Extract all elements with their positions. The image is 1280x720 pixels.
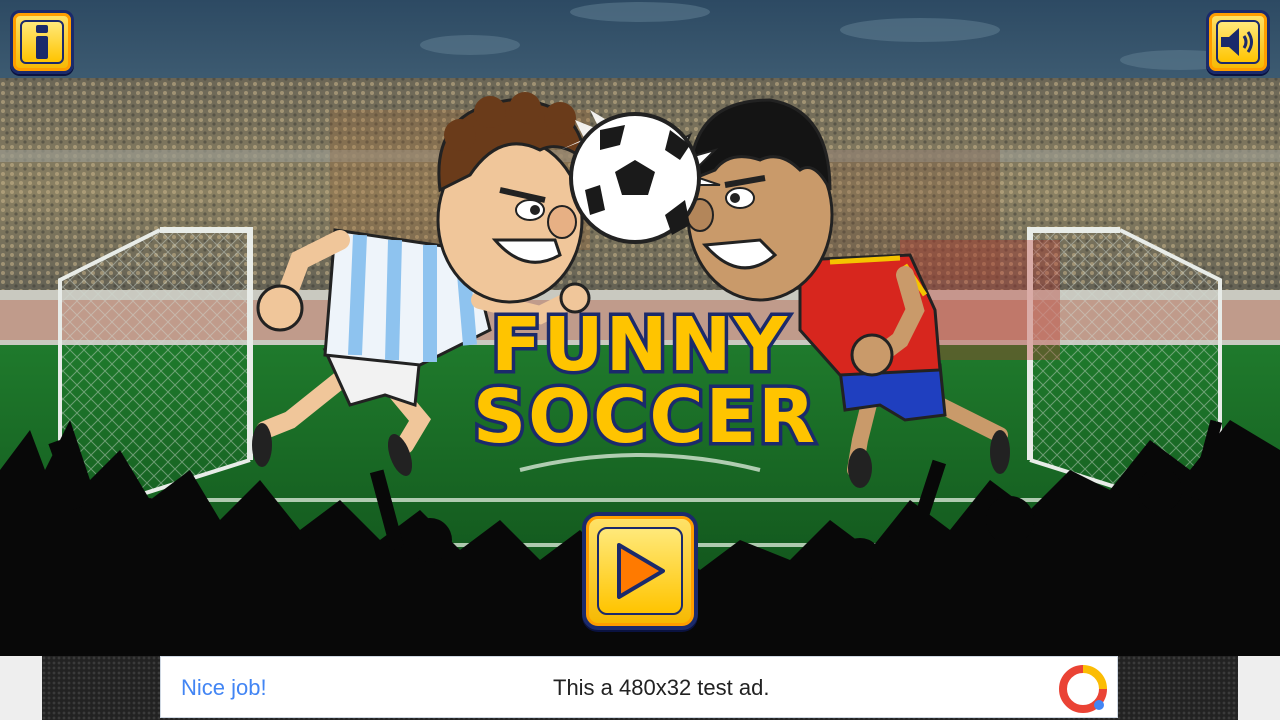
title-line-2: SOCCER (473, 374, 817, 460)
ad-headline[interactable]: Nice job! (181, 675, 267, 701)
ad-banner-area: Nice job! This a 480x32 test ad. (0, 656, 1280, 720)
ad-logo-icon (1059, 665, 1107, 713)
ad-text: This a 480x32 test ad. (553, 675, 770, 700)
game-scene: FUNNY SOCCER (0, 0, 1280, 656)
sound-button[interactable] (1206, 10, 1270, 74)
play-button[interactable] (582, 512, 698, 630)
info-button[interactable] (10, 10, 74, 74)
play-icon (596, 527, 684, 615)
speaker-icon (1215, 19, 1261, 65)
test-ad[interactable]: Nice job! This a 480x32 test ad. (160, 656, 1118, 718)
info-icon (19, 19, 65, 65)
game-title: FUNNY SOCCER (469, 299, 818, 464)
